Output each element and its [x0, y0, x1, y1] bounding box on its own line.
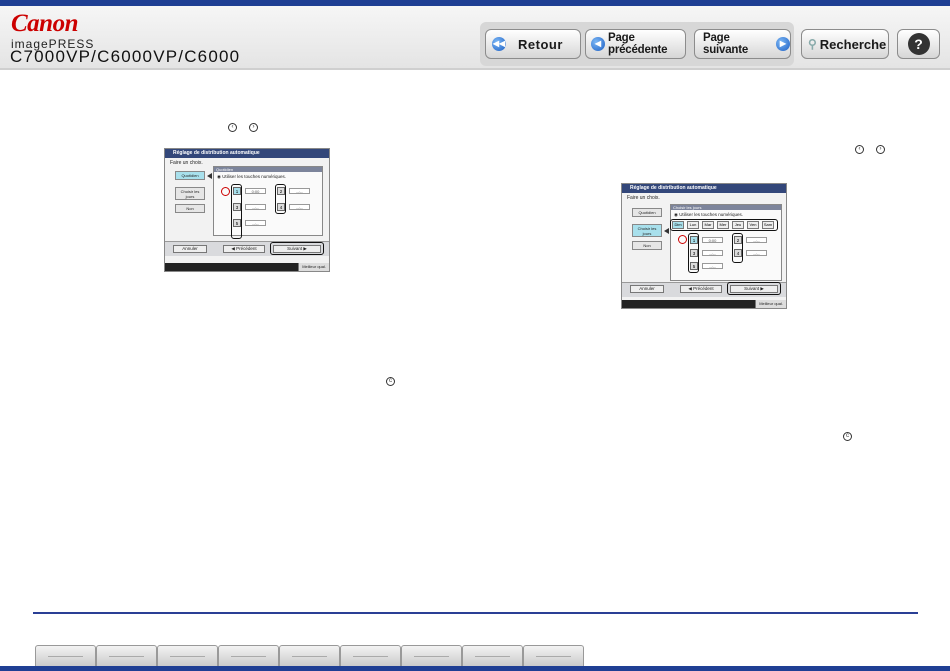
slot-2-button[interactable]: 2: [734, 236, 742, 244]
numeric-keys-radio[interactable]: ◉ Utiliser les touches numériques.: [217, 174, 286, 180]
footer-tabs: [35, 645, 584, 667]
cancel-button[interactable]: Annuler: [173, 245, 207, 253]
highlight-circle: [678, 235, 687, 244]
slot-1-button[interactable]: 1: [233, 187, 241, 195]
slot-1-time[interactable]: 0:00: [702, 237, 723, 243]
numeric-keys-label: Utiliser les touches numériques.: [222, 174, 286, 179]
device-subtitle: Faire un choix.: [170, 160, 203, 166]
device-screen-daily: Réglage de distribution automatique Fair…: [164, 148, 330, 272]
arrow-left-icon: ‹: [855, 145, 864, 154]
next-page-label: Page suivante: [703, 32, 749, 56]
device-screen-choose-days: Réglage de distribution automatique Fair…: [621, 183, 787, 309]
option-choose-days[interactable]: Choisir les jours: [632, 224, 662, 237]
footer-tab[interactable]: [462, 645, 523, 667]
slot-2-button[interactable]: 2: [277, 187, 285, 195]
search-button[interactable]: ⚲ Recherche: [801, 29, 889, 59]
device-title: Réglage de distribution automatique: [622, 184, 786, 193]
clear-icon: c: [843, 432, 852, 441]
quality-status: Meilleur qual.: [755, 300, 786, 308]
footer-tab[interactable]: [157, 645, 218, 667]
slot-5-button[interactable]: 5: [690, 262, 698, 270]
quality-status: Meilleur qual.: [298, 263, 329, 271]
arrow-left-icon: ‹: [228, 123, 237, 132]
arrow-right-icon: ›: [249, 123, 258, 132]
help-icon: ?: [907, 33, 930, 55]
pointer-icon: [664, 228, 669, 234]
back-button[interactable]: ◀◀ Retour: [485, 29, 581, 59]
slot-3-button[interactable]: 3: [690, 249, 698, 257]
footer-tab[interactable]: [218, 645, 279, 667]
cancel-button[interactable]: Annuler: [630, 285, 664, 293]
canon-logo: Canon: [11, 10, 78, 37]
slot-4-time[interactable]: --:--: [289, 204, 310, 210]
slot-5-button[interactable]: 5: [233, 219, 241, 227]
slot-3-time[interactable]: --:--: [245, 204, 266, 210]
slot-1-button[interactable]: 1: [690, 236, 698, 244]
option-none[interactable]: Non: [632, 241, 662, 250]
rewind-icon: ◀◀: [492, 37, 506, 51]
slot-5-time[interactable]: --:--: [245, 220, 266, 226]
slot-2-time[interactable]: --:--: [746, 237, 767, 243]
numeric-keys-radio[interactable]: ◉ Utiliser les touches numériques.: [674, 212, 743, 218]
previous-page-button[interactable]: ◀ Page précédente: [585, 29, 686, 59]
option-daily[interactable]: Quotidien: [632, 208, 662, 217]
previous-page-label: Page précédente: [608, 32, 668, 56]
slot-4-time[interactable]: --:--: [746, 250, 767, 256]
product-model: C7000VP/C6000VP/C6000: [10, 47, 241, 66]
panel-title: Quotidien: [214, 167, 322, 172]
slot-2-time[interactable]: --:--: [289, 188, 310, 194]
arrow-right-icon: ▶: [776, 37, 790, 51]
previous-button[interactable]: ◀ Précédent: [223, 245, 265, 253]
option-choose-days[interactable]: Choisir les jours: [175, 187, 205, 200]
panel-title: Choisir les jours: [671, 205, 781, 210]
footer-tab[interactable]: [96, 645, 157, 667]
highlight-next: [270, 242, 324, 255]
previous-button-label: Précédent: [693, 286, 714, 291]
slot-3-button[interactable]: 3: [233, 203, 241, 211]
back-button-label: Retour: [518, 36, 563, 52]
highlight-next: [727, 282, 781, 295]
slot-3-time[interactable]: --:--: [702, 250, 723, 256]
option-none[interactable]: Non: [175, 204, 205, 213]
previous-button[interactable]: ◀ Précédent: [680, 285, 722, 293]
next-page-button[interactable]: Page suivante ▶: [694, 29, 791, 59]
help-button[interactable]: ?: [897, 29, 940, 59]
footer-tab[interactable]: [401, 645, 462, 667]
footer-tab[interactable]: [340, 645, 401, 667]
bottom-strip: [0, 666, 950, 671]
search-icon: ⚲: [808, 37, 817, 51]
arrow-left-icon: ◀: [591, 37, 605, 51]
search-button-label: Recherche: [819, 36, 887, 52]
device-subtitle: Faire un choix.: [627, 195, 660, 201]
option-daily[interactable]: Quotidien: [175, 171, 205, 180]
previous-button-label: Précédent: [236, 246, 257, 251]
footer-divider: [33, 612, 918, 614]
slot-5-time[interactable]: --:--: [702, 263, 723, 269]
highlight-days: [670, 219, 778, 231]
slot-4-button[interactable]: 4: [277, 203, 285, 211]
numeric-keys-label: Utiliser les touches numériques.: [679, 212, 743, 217]
clear-icon: c: [386, 377, 395, 386]
arrow-right-icon: ›: [876, 145, 885, 154]
footer-tab[interactable]: [35, 645, 96, 667]
pointer-icon: [207, 173, 212, 179]
slot-4-button[interactable]: 4: [734, 249, 742, 257]
footer-tab[interactable]: [523, 645, 584, 667]
slot-1-time[interactable]: 0:00: [245, 188, 266, 194]
footer-tab[interactable]: [279, 645, 340, 667]
device-title: Réglage de distribution automatique: [165, 149, 329, 158]
highlight-circle: [221, 187, 230, 196]
